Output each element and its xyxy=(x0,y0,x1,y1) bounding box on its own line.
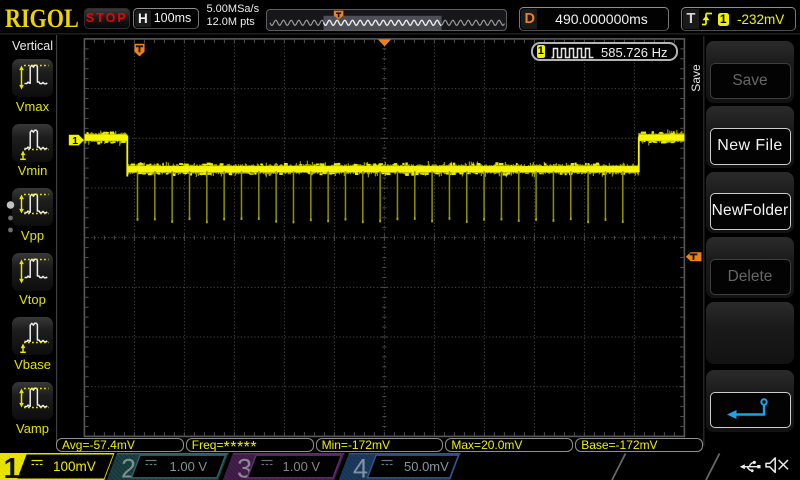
svg-text:1.00 V: 1.00 V xyxy=(170,459,208,474)
svg-text:100mV: 100mV xyxy=(53,459,96,474)
svg-text:50.0mV: 50.0mV xyxy=(404,459,449,474)
svg-text:1.00 V: 1.00 V xyxy=(283,459,321,474)
svg-text:4: 4 xyxy=(353,454,368,480)
svg-text:1: 1 xyxy=(72,135,78,147)
svg-text:1: 1 xyxy=(4,453,20,480)
